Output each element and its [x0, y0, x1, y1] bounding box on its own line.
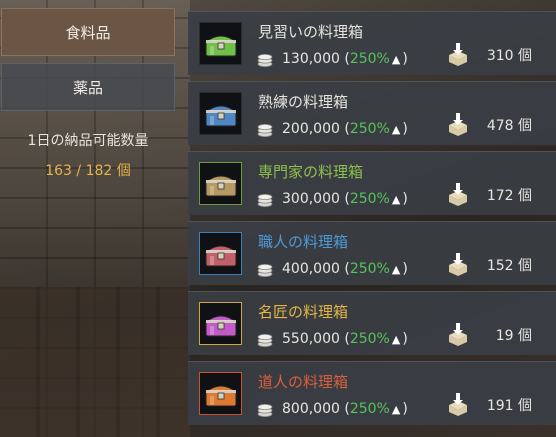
open-paren: ( [339, 121, 350, 137]
box-price: 550,000 [282, 331, 340, 347]
price-line: 800,000 ( 250% ▲ ) [256, 400, 408, 418]
close-paren: ) [402, 401, 408, 417]
category-panel: 食料品 薬品 1日の納品可能数量 163 / 182 個 [0, 0, 190, 437]
box-quantity: 152 個 [486, 258, 532, 274]
cooking-box-row[interactable]: 専門家の料理箱 300,000 ( 250% ▲ ) 172 個 [188, 151, 556, 215]
price-line: 550,000 ( 250% ▲ ) [256, 330, 408, 348]
chest-icon [199, 162, 242, 205]
price-percent: 250% [349, 261, 390, 277]
silver-coin-icon [256, 190, 274, 208]
price-percent: 250% [349, 191, 390, 207]
chest-icon [199, 372, 242, 415]
chest-icon [199, 302, 242, 345]
up-triangle-icon: ▲ [391, 192, 401, 206]
silver-coin-icon [256, 120, 274, 138]
chest-icon [199, 92, 242, 135]
box-quantity: 191 個 [486, 398, 532, 414]
chest-icon [199, 232, 242, 275]
close-paren: ) [402, 51, 408, 67]
chest-icon [199, 22, 242, 65]
price-line: 200,000 ( 250% ▲ ) [256, 120, 408, 138]
up-triangle-icon: ▲ [391, 262, 401, 276]
up-triangle-icon: ▲ [391, 122, 401, 136]
box-quantity: 310 個 [486, 48, 532, 64]
up-triangle-icon: ▲ [391, 52, 401, 66]
price-line: 130,000 ( 250% ▲ ) [256, 50, 408, 68]
silver-coin-icon [256, 400, 274, 418]
cooking-box-row[interactable]: 道人の料理箱 800,000 ( 250% ▲ ) 191 個 [188, 361, 556, 425]
deliver-box-icon[interactable] [446, 252, 470, 276]
deliver-box-icon[interactable] [446, 182, 470, 206]
price-percent: 250% [349, 401, 390, 417]
box-name: 道人の料理箱 [258, 373, 349, 391]
open-paren: ( [339, 331, 350, 347]
box-price: 800,000 [282, 401, 340, 417]
up-triangle-icon: ▲ [391, 402, 401, 416]
box-name: 名匠の料理箱 [258, 303, 349, 321]
box-name: 熟練の料理箱 [258, 93, 349, 111]
box-quantity: 172 個 [486, 188, 532, 204]
close-paren: ) [402, 191, 408, 207]
box-name: 職人の料理箱 [258, 233, 349, 251]
box-quantity: 478 個 [486, 118, 532, 134]
cooking-box-row[interactable]: 見習いの料理箱 130,000 ( 250% ▲ ) 310 個 [188, 11, 556, 75]
cooking-box-list: 見習いの料理箱 130,000 ( 250% ▲ ) 310 個 熟練の料理箱 … [188, 11, 556, 431]
close-paren: ) [402, 261, 408, 277]
price-percent: 250% [349, 51, 390, 67]
open-paren: ( [339, 401, 350, 417]
price-line: 300,000 ( 250% ▲ ) [256, 190, 408, 208]
price-line: 400,000 ( 250% ▲ ) [256, 260, 408, 278]
close-paren: ) [402, 331, 408, 347]
silver-coin-icon [256, 330, 274, 348]
open-paren: ( [339, 51, 350, 67]
open-paren: ( [339, 191, 350, 207]
open-paren: ( [339, 261, 350, 277]
deliver-box-icon[interactable] [446, 42, 470, 66]
cooking-box-row[interactable]: 名匠の料理箱 550,000 ( 250% ▲ ) 19 個 [188, 291, 556, 355]
up-triangle-icon: ▲ [391, 332, 401, 346]
box-quantity: 19 個 [495, 328, 532, 344]
price-percent: 250% [349, 121, 390, 137]
deliver-box-icon[interactable] [446, 112, 470, 136]
box-price: 400,000 [282, 261, 340, 277]
box-price: 300,000 [282, 191, 340, 207]
box-price: 130,000 [282, 51, 340, 67]
deliver-box-icon[interactable] [446, 322, 470, 346]
category-medicine-button[interactable]: 薬品 [1, 63, 175, 111]
deliver-box-icon[interactable] [446, 392, 470, 416]
price-percent: 250% [349, 331, 390, 347]
daily-quota-label: 1日の納品可能数量 [27, 133, 149, 149]
cooking-box-row[interactable]: 職人の料理箱 400,000 ( 250% ▲ ) 152 個 [188, 221, 556, 285]
box-price: 200,000 [282, 121, 340, 137]
cooking-box-row[interactable]: 熟練の料理箱 200,000 ( 250% ▲ ) 478 個 [188, 81, 556, 145]
silver-coin-icon [256, 260, 274, 278]
silver-coin-icon [256, 50, 274, 68]
daily-quota-value: 163 / 182 個 [45, 163, 131, 179]
category-food-button[interactable]: 食料品 [1, 8, 175, 56]
close-paren: ) [402, 121, 408, 137]
box-name: 専門家の料理箱 [258, 163, 364, 181]
box-name: 見習いの料理箱 [258, 23, 364, 41]
